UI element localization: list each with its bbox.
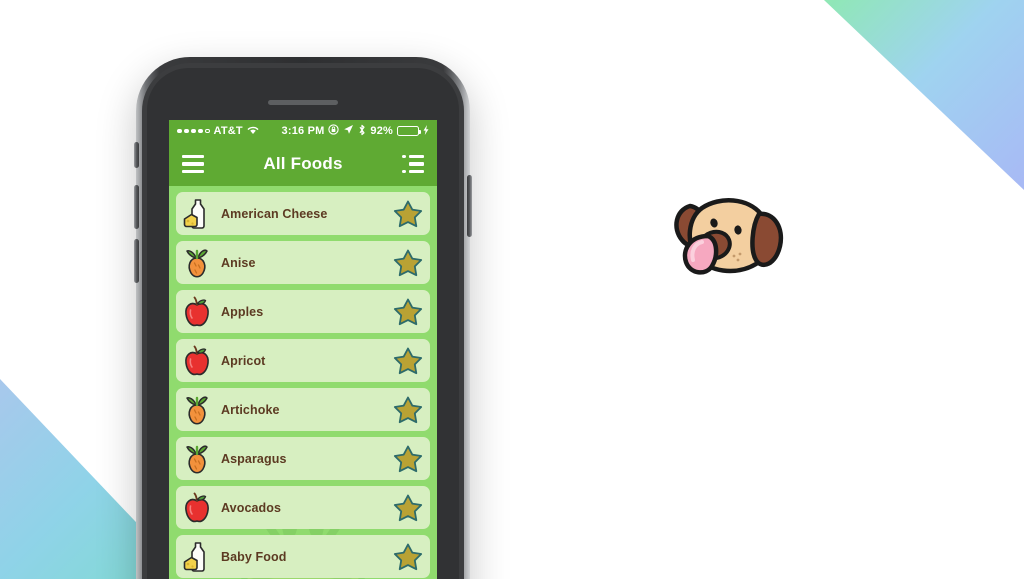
signal-strength-icon xyxy=(177,128,210,134)
carrot-icon xyxy=(183,393,211,427)
food-row-label: Artichoke xyxy=(221,402,280,417)
star-icon[interactable] xyxy=(393,542,423,571)
star-icon[interactable] xyxy=(393,297,423,326)
bluetooth-icon xyxy=(358,124,366,139)
corner-gradient-top-right xyxy=(824,0,1024,190)
food-row-label: American Cheese xyxy=(221,206,328,221)
food-row[interactable]: Apricot xyxy=(176,339,430,382)
food-row-label: Asparagus xyxy=(221,451,287,466)
food-row[interactable]: Baby Food xyxy=(176,535,430,578)
food-row[interactable]: Asparagus xyxy=(176,437,430,480)
star-icon[interactable] xyxy=(393,444,423,473)
food-row-label: Apples xyxy=(221,304,264,319)
food-list[interactable]: American Cheese Anise Apples Apricot Articho… xyxy=(169,186,437,579)
dairy-icon xyxy=(183,540,211,574)
navigation-bar: All Foods xyxy=(169,142,437,186)
list-filter-icon[interactable] xyxy=(402,154,424,174)
clock: 3:16 PM xyxy=(281,125,325,137)
battery-icon xyxy=(397,126,422,136)
hamburger-menu-icon[interactable] xyxy=(182,154,204,174)
food-row[interactable]: Apples xyxy=(176,290,430,333)
rotation-lock-icon xyxy=(328,124,340,138)
food-row-label: Baby Food xyxy=(221,549,287,564)
food-row[interactable]: American Cheese xyxy=(176,192,430,235)
star-icon[interactable] xyxy=(393,493,423,522)
carrier-name: AT&T xyxy=(213,125,243,137)
mute-switch[interactable] xyxy=(134,142,139,168)
carrot-icon xyxy=(183,246,211,280)
power-button[interactable] xyxy=(467,175,472,237)
food-rows-host: American Cheese Anise Apples Apricot Articho… xyxy=(176,192,430,579)
food-row-label: Avocados xyxy=(221,500,282,515)
food-row[interactable]: Avocados xyxy=(176,486,430,529)
charging-bolt-icon xyxy=(423,124,429,138)
food-row-label: Apricot xyxy=(221,353,266,368)
dog-face-mascot xyxy=(662,188,792,283)
battery-percent-label: 92% xyxy=(370,125,394,137)
food-row-label: Anise xyxy=(221,255,256,270)
star-icon[interactable] xyxy=(393,199,423,228)
apple-icon xyxy=(183,344,211,378)
wifi-icon xyxy=(247,125,259,138)
star-icon[interactable] xyxy=(393,395,423,424)
food-row[interactable]: Anise xyxy=(176,241,430,284)
phone-mockup: AT&T 3:16 PM 92% All Foods American Chee… xyxy=(134,57,472,579)
phone-screen: AT&T 3:16 PM 92% All Foods American Chee… xyxy=(169,120,437,579)
status-bar: AT&T 3:16 PM 92% xyxy=(169,120,437,142)
phone-bezel: AT&T 3:16 PM 92% All Foods American Chee… xyxy=(147,68,459,579)
page-title: All Foods xyxy=(263,154,343,173)
star-icon[interactable] xyxy=(393,346,423,375)
volume-down-button[interactable] xyxy=(134,239,139,283)
star-icon[interactable] xyxy=(393,248,423,277)
earpiece-speaker xyxy=(268,100,338,105)
apple-icon xyxy=(183,491,211,525)
apple-icon xyxy=(183,295,211,329)
carrot-icon xyxy=(183,442,211,476)
volume-up-button[interactable] xyxy=(134,185,139,229)
food-row[interactable]: Artichoke xyxy=(176,388,430,431)
dairy-icon xyxy=(183,197,211,231)
location-arrow-icon xyxy=(343,124,354,138)
